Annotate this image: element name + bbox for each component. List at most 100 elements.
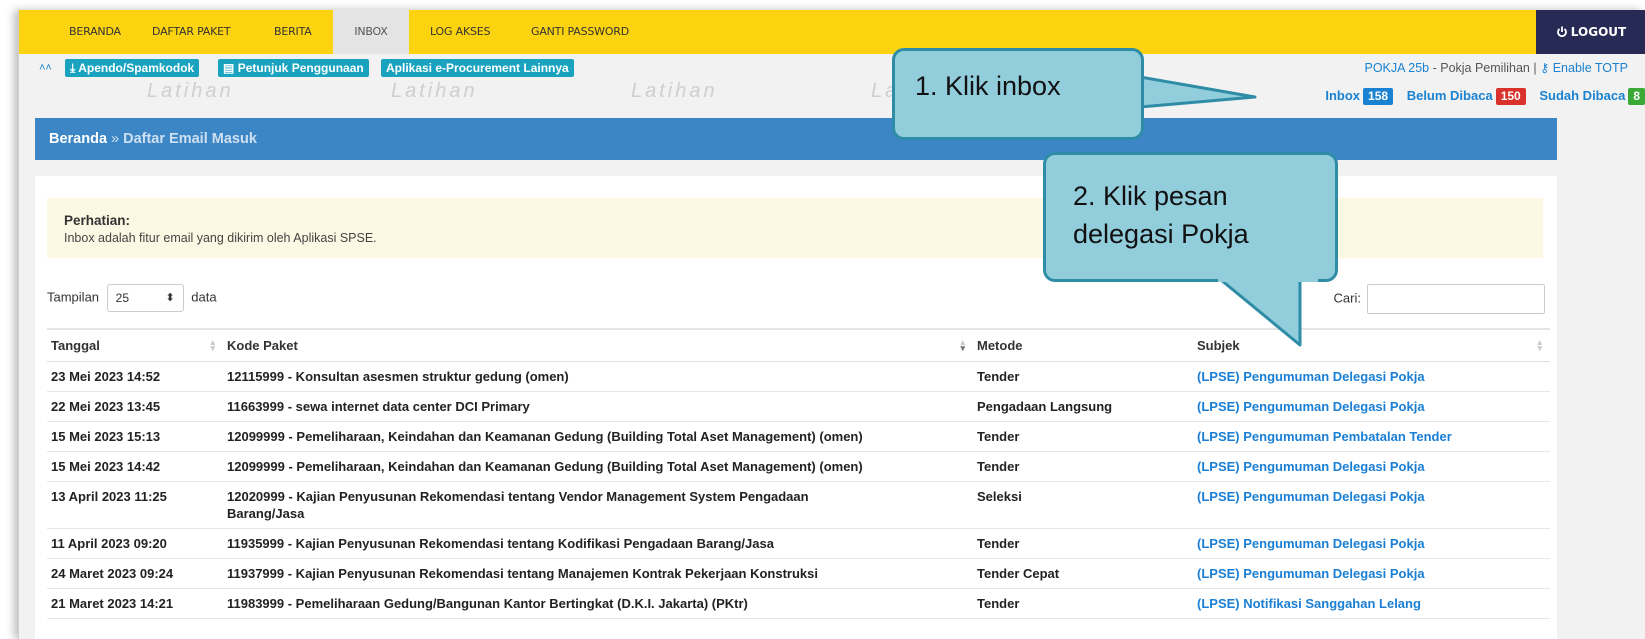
unread-label: Belum Dibaca	[1406, 88, 1493, 103]
cell-tanggal: 13 April 2023 11:25	[47, 481, 223, 529]
cell-tanggal: 21 Maret 2023 14:21	[47, 588, 223, 619]
cell-subjek-link[interactable]: (LPSE) Pengumuman Delegasi Pokja	[1193, 558, 1550, 589]
cell-kode-paket: 11937999 - Kajian Penyusunan Rekomendasi…	[223, 558, 973, 589]
user-info: POKJA 25b - Pokja Pemilihan | ⚷ Enable T…	[1364, 60, 1628, 75]
apendo-button[interactable]: ⤓ Apendo/Spamkodok	[65, 59, 200, 77]
page-length-value: 25	[115, 291, 130, 305]
updown-icon: ⬍	[165, 292, 175, 304]
cell-metode: Seleksi	[973, 481, 1193, 529]
table-row[interactable]: 24 Maret 2023 09:24 11937999 - Kajian Pe…	[47, 558, 1550, 589]
read-label: Sudah Dibaca	[1539, 88, 1626, 103]
cell-kode-paket: 11983999 - Pemeliharaan Gedung/Bangunan …	[223, 588, 973, 619]
header-label: Kode Paket	[227, 337, 298, 353]
table-row[interactable]: 23 Mei 2023 14:52 12115999 - Konsultan a…	[47, 361, 1550, 392]
header-label: Tanggal	[51, 337, 100, 353]
inbox-label: Inbox	[1325, 88, 1361, 103]
table-row[interactable]: 13 April 2023 11:25 12020999 - Kajian Pe…	[47, 481, 1550, 529]
inbox-table: Tanggal ▴ ▾ Kode Paket ▴ ▾ Metode Subjek ▴ ▾ 2…	[47, 328, 1550, 619]
cell-metode: Tender	[973, 451, 1193, 482]
download-icon: ⤓	[70, 61, 76, 75]
nav-daftar-paket[interactable]: DAFTAR PAKET	[152, 10, 231, 54]
cell-subjek-link[interactable]: (LPSE) Notifikasi Sanggahan Lelang	[1193, 588, 1550, 619]
cell-metode: Tender Cepat	[973, 558, 1193, 589]
cell-kode-paket: 11935999 - Kajian Penyusunan Rekomendasi…	[223, 528, 973, 559]
nav-log-akses[interactable]: LOG AKSES	[430, 10, 490, 54]
table-row[interactable]: 15 Mei 2023 14:42 12099999 - Pemeliharaa…	[47, 451, 1550, 482]
search-label: Cari:	[1333, 290, 1361, 306]
petunjuk-label: Petunjuk Penggunaan	[237, 61, 364, 75]
sort-icon: ▴ ▾	[1537, 337, 1542, 353]
page-length-control: Tampilan 25 ⬍ data	[47, 284, 217, 312]
cell-tanggal: 22 Mei 2023 13:45	[47, 391, 223, 422]
table-row[interactable]: 15 Mei 2023 15:13 12099999 - Pemeliharaa…	[47, 421, 1550, 452]
callout-step-2-line2: delegasi Pokja	[1073, 219, 1249, 249]
cell-subjek-link[interactable]: (LPSE) Pengumuman Delegasi Pokja	[1193, 391, 1550, 422]
cell-metode: Tender	[973, 528, 1193, 559]
callout-step-2: 2. Klik pesan delegasi Pokja	[1043, 152, 1338, 282]
logout-label: LOGOUT	[1570, 25, 1627, 39]
breadcrumb-current: Daftar Email Masuk	[123, 131, 257, 147]
nav-beranda[interactable]: BERANDA	[69, 10, 121, 54]
cell-kode-paket: 12020999 - Kajian Penyusunan Rekomendasi…	[223, 481, 973, 529]
sort-icon: ▴ ▾	[210, 337, 215, 353]
breadcrumb-home[interactable]: Beranda	[49, 131, 107, 147]
breadcrumb-separator: »	[111, 131, 120, 147]
nav-inbox[interactable]: INBOX	[333, 10, 409, 54]
cell-kode-paket: 12099999 - Pemeliharaan, Keindahan dan K…	[223, 451, 973, 482]
watermark: Latihan	[631, 80, 718, 102]
inbox-counters: Inbox 158 Belum Dibaca 150 Sudah Dibaca 8	[1315, 88, 1645, 105]
column-header-metode[interactable]: Metode	[973, 328, 1193, 362]
cell-metode: Tender	[973, 421, 1193, 452]
table-header-row: Tanggal ▴ ▾ Kode Paket ▴ ▾ Metode Subjek ▴ ▾	[47, 328, 1550, 362]
chevron-up-icon[interactable]: ˄˄	[39, 62, 52, 74]
cell-kode-paket: 12099999 - Pemeliharaan, Keindahan dan K…	[223, 421, 973, 452]
inbox-count-badge: 158	[1363, 88, 1394, 105]
callout-step-2-line1: 2. Klik pesan	[1073, 181, 1228, 211]
cell-tanggal: 11 April 2023 09:20	[47, 528, 223, 559]
column-header-kode-paket[interactable]: Kode Paket ▴ ▾	[223, 328, 973, 362]
browser-frame: BERANDA DAFTAR PAKET BERITA INBOX LOG AK…	[18, 10, 1645, 639]
callout-step-1: 1. Klik inbox	[892, 48, 1144, 140]
watermark: Latihan	[391, 80, 478, 102]
user-role: - Pokja Pemilihan |	[1432, 61, 1537, 75]
unread-link[interactable]: Belum Dibaca 150	[1406, 88, 1526, 105]
search-input[interactable]	[1367, 284, 1545, 314]
column-header-tanggal[interactable]: Tanggal ▴ ▾	[47, 328, 223, 362]
nav-ganti-password[interactable]: GANTI PASSWORD	[531, 10, 629, 54]
callout-pointer-2	[1213, 273, 1302, 347]
search-control: Cari:	[1334, 284, 1545, 314]
alert-text: Inbox adalah fitur email yang dikirim ol…	[64, 231, 377, 245]
cell-subjek-link[interactable]: (LPSE) Pengumuman Delegasi Pokja	[1193, 361, 1550, 392]
enable-totp-link[interactable]: Enable TOTP	[1553, 61, 1628, 75]
cell-kode-paket: 12115999 - Konsultan asesmen struktur ge…	[223, 361, 973, 392]
cell-subjek-link[interactable]: (LPSE) Pengumuman Delegasi Pokja	[1193, 451, 1550, 482]
cell-subjek-link[interactable]: (LPSE) Pengumuman Delegasi Pokja	[1193, 528, 1550, 559]
sort-icon: ▴ ▾	[960, 337, 965, 353]
cell-tanggal: 15 Mei 2023 14:42	[47, 451, 223, 482]
cell-tanggal: 15 Mei 2023 15:13	[47, 421, 223, 452]
header-label: Metode	[977, 337, 1023, 353]
user-name: POKJA 25b	[1364, 61, 1430, 75]
table-row[interactable]: 22 Mei 2023 13:45 11663999 - sewa intern…	[47, 391, 1550, 422]
nav-berita[interactable]: BERITA	[274, 10, 312, 54]
read-link[interactable]: Sudah Dibaca 8	[1539, 88, 1645, 105]
watermark: Latihan	[147, 80, 234, 102]
aplikasi-lainnya-button[interactable]: Aplikasi e-Procurement Lainnya	[381, 59, 574, 77]
cell-tanggal: 24 Maret 2023 09:24	[47, 558, 223, 589]
length-suffix: data	[191, 289, 217, 305]
unread-count-badge: 150	[1495, 88, 1526, 105]
page-length-select[interactable]: 25 ⬍	[106, 284, 184, 312]
inbox-link[interactable]: Inbox 158	[1325, 88, 1394, 105]
cell-subjek-link[interactable]: (LPSE) Pengumuman Delegasi Pokja	[1193, 481, 1550, 529]
petunjuk-button[interactable]: ▤ Petunjuk Penggunaan	[218, 59, 369, 77]
cell-metode: Pengadaan Langsung	[973, 391, 1193, 422]
cell-subjek-link[interactable]: (LPSE) Pengumuman Pembatalan Tender	[1193, 421, 1550, 452]
callout-step-1-text: 1. Klik inbox	[915, 71, 1061, 101]
apendo-label: Apendo/Spamkodok	[78, 61, 195, 75]
logout-button[interactable]: LOGOUT	[1536, 10, 1645, 54]
callout-seam	[1218, 276, 1318, 282]
cell-metode: Tender	[973, 588, 1193, 619]
power-icon	[1556, 26, 1567, 38]
table-row[interactable]: 21 Maret 2023 14:21 11983999 - Pemelihar…	[47, 588, 1550, 619]
table-row[interactable]: 11 April 2023 09:20 11935999 - Kajian Pe…	[47, 528, 1550, 559]
